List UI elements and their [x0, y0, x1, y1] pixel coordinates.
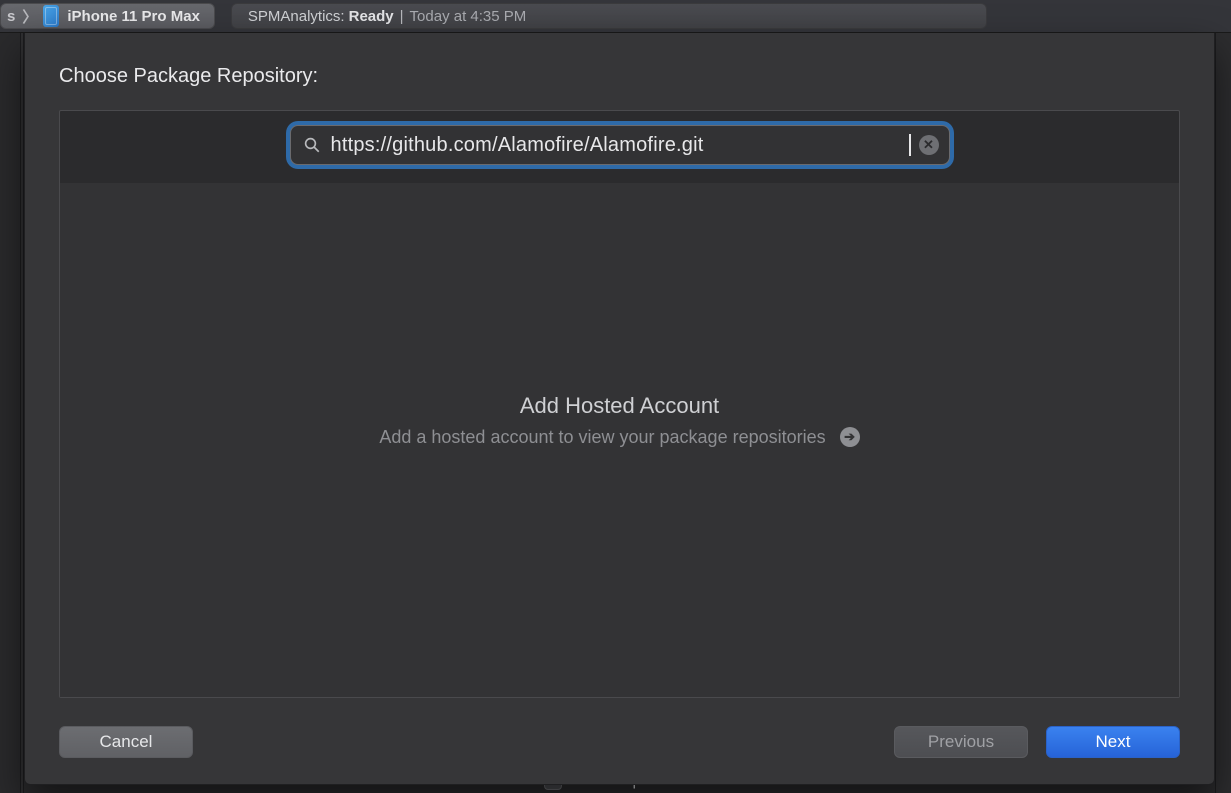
add-package-sheet: Choose Package Repository: ✕ Add Hosted …: [24, 33, 1215, 785]
arrow-right-icon: ➔: [844, 429, 855, 445]
empty-state-title: Add Hosted Account: [379, 393, 859, 419]
breadcrumb-chevron: 〉: [22, 6, 37, 27]
inspector-strip: [1215, 33, 1231, 793]
next-button[interactable]: Next: [1046, 726, 1180, 758]
search-field-wrapper[interactable]: ✕: [290, 125, 950, 165]
status-time: Today at 4:35 PM: [410, 8, 527, 25]
results-container: ✕ Add Hosted Account Add a hosted accoun…: [59, 110, 1180, 698]
sheet-title: Choose Package Repository:: [59, 65, 1180, 88]
previous-button: Previous: [894, 726, 1028, 758]
scheme-selector[interactable]: s 〉 iPhone 11 Pro Max: [0, 3, 215, 29]
repository-url-input[interactable]: [331, 126, 911, 164]
sheet-button-row: Cancel Previous Next: [59, 726, 1180, 758]
cancel-button[interactable]: Cancel: [59, 726, 193, 758]
empty-state: Add Hosted Account Add a hosted account …: [379, 393, 859, 448]
search-icon: [303, 136, 321, 154]
activity-status: SPMAnalytics: Ready | Today at 4:35 PM: [231, 3, 987, 29]
scheme-prefix: s: [7, 8, 15, 25]
text-cursor: [909, 134, 911, 156]
xcode-toolbar: s 〉 iPhone 11 Pro Max SPMAnalytics: Read…: [0, 0, 1231, 33]
editor-area: Upside Down Landscape Left Choose Packag…: [0, 33, 1231, 793]
status-project: SPMAnalytics:: [248, 8, 345, 25]
status-divider: |: [400, 8, 404, 25]
device-name: iPhone 11 Pro Max: [67, 8, 200, 25]
navigator-strip: [0, 33, 21, 793]
device-icon: [43, 5, 59, 27]
status-state: Ready: [349, 8, 394, 25]
clear-search-button[interactable]: ✕: [919, 135, 939, 155]
empty-state-subtitle: Add a hosted account to view your packag…: [379, 427, 825, 448]
add-account-button[interactable]: ➔: [840, 427, 860, 447]
results-list: Add Hosted Account Add a hosted account …: [60, 183, 1179, 697]
close-icon: ✕: [923, 137, 934, 153]
